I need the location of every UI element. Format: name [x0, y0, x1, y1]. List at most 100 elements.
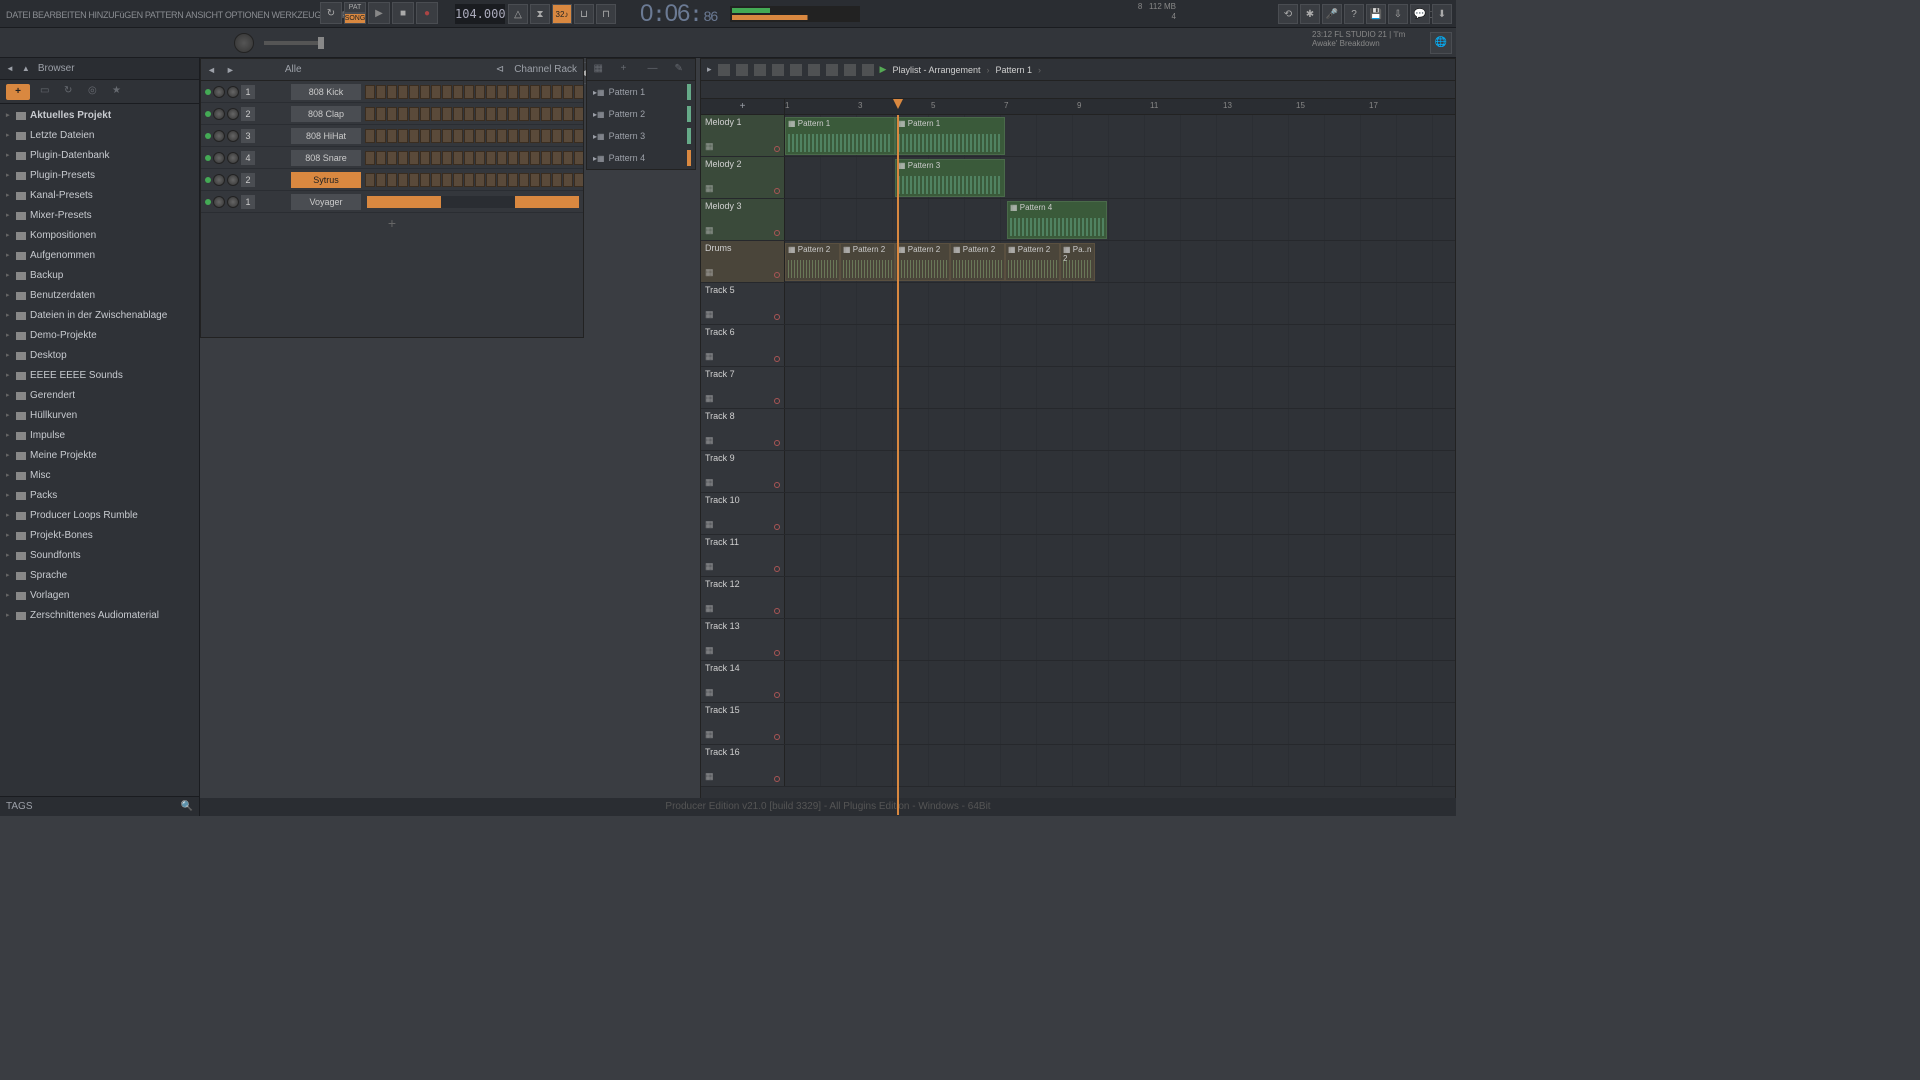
- channel-vol-knob[interactable]: [227, 108, 239, 120]
- track-icon[interactable]: ▦: [705, 435, 714, 446]
- browser-item[interactable]: Producer Loops Rumble: [0, 506, 199, 526]
- track-icon[interactable]: ▦: [705, 393, 714, 404]
- track-header[interactable]: Track 16▦: [701, 745, 785, 786]
- browser-item[interactable]: Kompositionen: [0, 226, 199, 246]
- step-cell[interactable]: [398, 129, 408, 143]
- browser-item[interactable]: Gerendert: [0, 386, 199, 406]
- track-lane[interactable]: [785, 493, 1455, 534]
- channel-name[interactable]: Sytrus: [291, 172, 361, 188]
- track-lane[interactable]: [785, 325, 1455, 366]
- step-cell[interactable]: [420, 151, 430, 165]
- browser-item[interactable]: Plugin-Presets: [0, 166, 199, 186]
- browser-item[interactable]: Dateien in der Zwischenablage: [0, 306, 199, 326]
- step-cell[interactable]: [387, 107, 397, 121]
- step-cell[interactable]: [486, 173, 496, 187]
- patlist-edit-icon[interactable]: ✎: [675, 63, 689, 77]
- step-cell[interactable]: [530, 173, 540, 187]
- step-cell[interactable]: [398, 173, 408, 187]
- track-lane[interactable]: [785, 577, 1455, 618]
- track-lane[interactable]: [785, 619, 1455, 660]
- track-lane[interactable]: [785, 409, 1455, 450]
- step-cell[interactable]: [530, 151, 540, 165]
- step-cell[interactable]: [442, 129, 452, 143]
- channel-name[interactable]: Voyager: [291, 194, 361, 210]
- step-cell[interactable]: [519, 107, 529, 121]
- patlist-add-icon[interactable]: +: [621, 63, 635, 77]
- step-cell[interactable]: [574, 85, 583, 99]
- step-cell[interactable]: [453, 107, 463, 121]
- pl-menu-icon[interactable]: ▸: [707, 64, 712, 75]
- channel-pan-knob[interactable]: [213, 174, 225, 186]
- browser-fav-icon[interactable]: ★: [112, 85, 126, 99]
- track-rec-dot[interactable]: [774, 272, 780, 278]
- playlist-ruler[interactable]: + 1357911131517: [701, 99, 1455, 115]
- step-cell[interactable]: [409, 107, 419, 121]
- step-cell[interactable]: [420, 129, 430, 143]
- step-cell[interactable]: [486, 151, 496, 165]
- step-sequence[interactable]: [363, 129, 583, 143]
- channel-vol-knob[interactable]: [227, 196, 239, 208]
- step-cell[interactable]: [387, 173, 397, 187]
- track-lane[interactable]: [785, 535, 1455, 576]
- time-display[interactable]: 0:06:86: [640, 0, 717, 28]
- step-cell[interactable]: [365, 107, 375, 121]
- track-header[interactable]: Track 12▦: [701, 577, 785, 618]
- patlist-del-icon[interactable]: —: [648, 63, 662, 77]
- track-icon[interactable]: ▦: [705, 477, 714, 488]
- step-sequence[interactable]: [363, 85, 583, 99]
- browser-item[interactable]: Mixer-Presets: [0, 206, 199, 226]
- track-lane[interactable]: [785, 703, 1455, 744]
- tempo-display[interactable]: 104.000: [455, 4, 505, 24]
- step-cell[interactable]: [431, 151, 441, 165]
- channel-name[interactable]: 808 HiHat: [291, 128, 361, 144]
- pattern-item[interactable]: ▸▦Pattern 4: [587, 147, 695, 169]
- track-rec-dot[interactable]: [774, 188, 780, 194]
- step-cell[interactable]: [475, 85, 485, 99]
- step-cell[interactable]: [563, 107, 573, 121]
- step-cell[interactable]: [442, 151, 452, 165]
- browser-item[interactable]: Soundfonts: [0, 546, 199, 566]
- track-header[interactable]: Track 7▦: [701, 367, 785, 408]
- step-cell[interactable]: [563, 151, 573, 165]
- channel-led[interactable]: [205, 155, 211, 161]
- track-rec-dot[interactable]: [774, 440, 780, 446]
- step-cell[interactable]: [475, 173, 485, 187]
- channel-pan-knob[interactable]: [213, 86, 225, 98]
- track-header[interactable]: Track 14▦: [701, 661, 785, 702]
- step-cell[interactable]: [508, 151, 518, 165]
- song-mode-button[interactable]: SONG: [344, 13, 366, 24]
- track-rec-dot[interactable]: [774, 356, 780, 362]
- pl-magnet-icon[interactable]: [718, 64, 730, 76]
- channel-led[interactable]: [205, 199, 211, 205]
- step-cell[interactable]: [530, 129, 540, 143]
- step-cell[interactable]: [453, 151, 463, 165]
- menu-ansicht[interactable]: ANSICHT: [185, 10, 222, 24]
- add-channel-button[interactable]: +: [201, 213, 583, 233]
- track-lane[interactable]: [785, 661, 1455, 702]
- track-header[interactable]: Track 13▦: [701, 619, 785, 660]
- export-icon[interactable]: ⇩: [1388, 4, 1408, 24]
- step-cell[interactable]: [574, 151, 583, 165]
- track-header[interactable]: Track 8▦: [701, 409, 785, 450]
- step-cell[interactable]: [464, 85, 474, 99]
- track-lane[interactable]: [785, 367, 1455, 408]
- step-sequence[interactable]: [363, 151, 583, 165]
- channel-pan-knob[interactable]: [213, 108, 225, 120]
- clip[interactable]: ▦ Pattern 2: [785, 243, 840, 281]
- step-cell[interactable]: [387, 129, 397, 143]
- browser-item[interactable]: Hüllkurven: [0, 406, 199, 426]
- loop-icon[interactable]: ⊔: [574, 4, 594, 24]
- pl-select-icon[interactable]: [826, 64, 838, 76]
- track-icon[interactable]: ▦: [705, 267, 714, 278]
- browser-item[interactable]: Zerschnittenes Audiomaterial: [0, 606, 199, 626]
- tags-label[interactable]: TAGS: [6, 801, 32, 812]
- playhead-line[interactable]: [897, 115, 899, 815]
- step-cell[interactable]: [541, 151, 551, 165]
- track-header[interactable]: Track 6▦: [701, 325, 785, 366]
- step-cell[interactable]: [475, 129, 485, 143]
- track-rec-dot[interactable]: [774, 482, 780, 488]
- step-cell[interactable]: [519, 85, 529, 99]
- browser-add-button[interactable]: +: [6, 84, 30, 100]
- track-header[interactable]: Track 10▦: [701, 493, 785, 534]
- pl-cut-icon[interactable]: [772, 64, 784, 76]
